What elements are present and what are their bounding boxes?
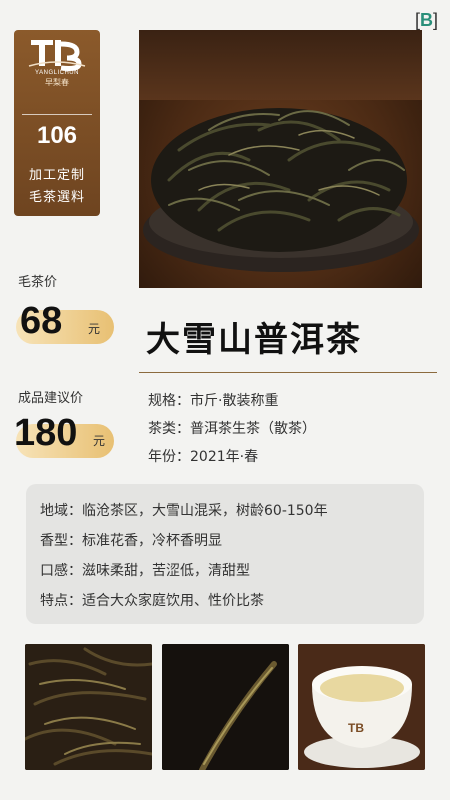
corner-badge: [B] — [415, 10, 438, 31]
info-label: 地域： — [40, 503, 82, 519]
info-row: 特点：适合大众家庭饮用、性价比茶 — [40, 590, 264, 610]
info-row: 口感：滋味柔甜，苦涩低，清甜型 — [40, 560, 250, 580]
raw-price-label: 毛茶价 — [18, 275, 58, 290]
info-value: 标准花香，冷杯香明显 — [82, 533, 222, 549]
tea-cup-illustration: TB — [298, 644, 425, 770]
spec-label: 年份： — [148, 449, 190, 465]
suggested-price-unit: 元 — [93, 434, 106, 448]
spec-label: 规格： — [148, 393, 190, 409]
svg-text:TB: TB — [348, 721, 364, 735]
info-label: 特点： — [40, 593, 82, 609]
info-box: 地域：临沧茶区，大雪山混采，树龄60-150年 香型：标准花香，冷杯香明显 口感… — [26, 484, 424, 624]
dry-leaves-illustration — [25, 644, 152, 770]
hero-tea-photo — [139, 30, 422, 288]
raw-price-value: 68 — [20, 300, 63, 342]
brand-en-name: YANGLICHUN — [35, 70, 79, 76]
corner-badge-letter: B — [419, 10, 433, 30]
suggested-price-label: 成品建议价 — [18, 391, 84, 406]
brand-script-name: 早梨春 — [45, 78, 69, 87]
brand-line-custom: 加工定制 — [28, 168, 85, 183]
product-title: 大雪山普洱茶 — [146, 320, 362, 360]
spec-row: 年份：2021年·春 — [148, 446, 258, 466]
info-value: 临沧茶区，大雪山混采，树龄60-150年 — [82, 503, 328, 519]
title-divider — [139, 372, 437, 373]
spec-value: 普洱茶生茶（散茶） — [190, 421, 316, 437]
single-leaf-illustration — [162, 644, 289, 770]
spec-value: 2021年·春 — [190, 449, 259, 465]
tea-plate-illustration — [143, 108, 419, 272]
spec-label: 茶类： — [148, 421, 190, 437]
product-code: 106 — [36, 122, 78, 149]
spec-row: 规格：市斤·散装称重 — [148, 390, 278, 410]
brand-line-selection: 毛茶選料 — [28, 190, 85, 205]
info-row: 地域：临沧茶区，大雪山混采，树龄60-150年 — [40, 500, 328, 520]
spec-row: 茶类：普洱茶生茶（散茶） — [148, 418, 316, 438]
thumb-single-leaf — [162, 644, 289, 770]
suggested-price-value: 180 — [14, 412, 78, 454]
brand-logo-icon — [28, 40, 86, 71]
brand-divider — [22, 114, 92, 115]
brand-panel: YANGLICHUN 早梨春 106 加工定制 毛茶選料 — [14, 30, 100, 216]
thumb-dry-leaves — [25, 644, 152, 770]
info-label: 口感： — [40, 563, 82, 579]
info-row: 香型：标准花香，冷杯香明显 — [40, 530, 222, 550]
brand-logo: YANGLICHUN 早梨春 — [14, 36, 100, 100]
info-value: 滋味柔甜，苦涩低，清甜型 — [82, 563, 250, 579]
corner-badge-right: ] — [432, 10, 438, 30]
thumb-tea-cup: TB — [298, 644, 425, 770]
spec-value: 市斤·散装称重 — [190, 393, 279, 409]
raw-price-unit: 元 — [88, 322, 101, 336]
info-label: 香型： — [40, 533, 82, 549]
info-value: 适合大众家庭饮用、性价比茶 — [82, 593, 264, 609]
